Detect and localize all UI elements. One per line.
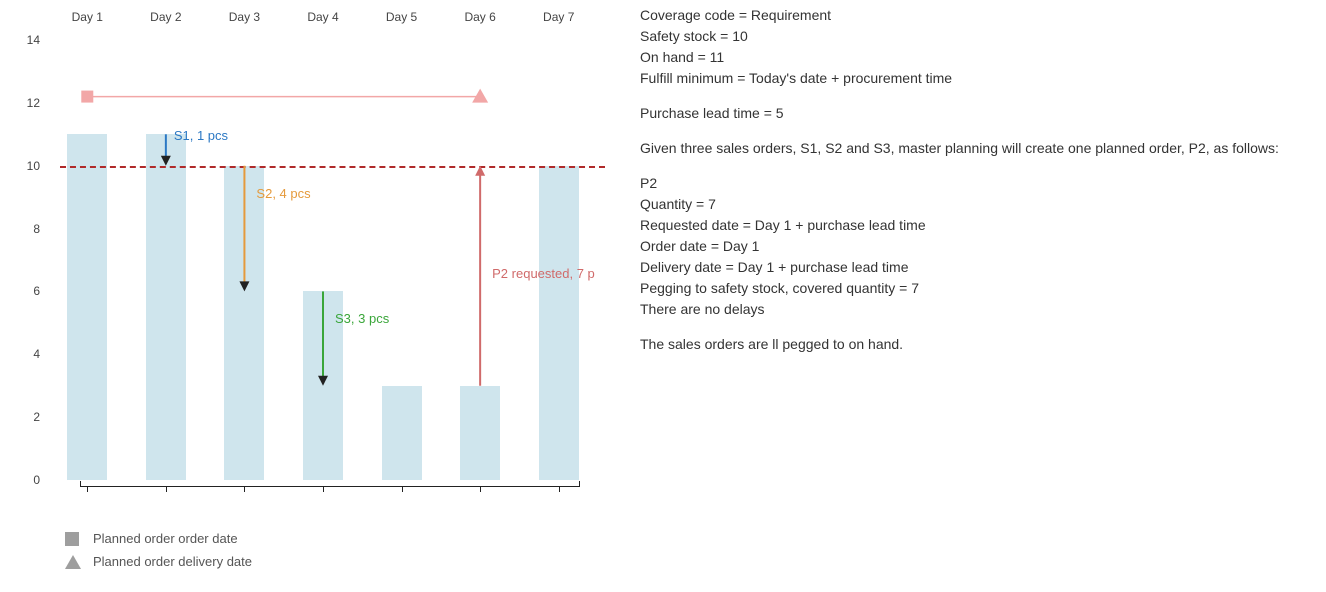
info-line: There are no delays <box>640 299 1279 320</box>
info-line: Given three sales orders, S1, S2 and S3,… <box>640 138 1279 159</box>
legend-order-date: Planned order order date <box>65 531 252 546</box>
arrow-label-p2: P2 requested, 7 p <box>492 266 595 281</box>
info-line: Purchase lead time = 5 <box>640 103 1279 124</box>
arrow-label-s3: S3, 3 pcs <box>335 311 389 326</box>
info-line: On hand = 11 <box>640 47 1279 68</box>
info-line: Fulfill minimum = Today's date + procure… <box>640 68 1279 89</box>
info-line: Order date = Day 1 <box>640 236 1279 257</box>
chart-plot: Day 1Day 2Day 3Day 4Day 5Day 6Day 702468… <box>20 10 620 490</box>
info-line: Coverage code = Requirement <box>640 5 1279 26</box>
info-panel: Coverage code = Requirement Safety stock… <box>635 0 1279 592</box>
info-line: Quantity = 7 <box>640 194 1279 215</box>
info-line: The sales orders are ll pegged to on han… <box>640 334 1279 355</box>
planned-delivery-date-marker <box>472 89 488 103</box>
arrow-label-s1: S1, 1 pcs <box>174 128 228 143</box>
legend-label: Planned order order date <box>93 531 238 546</box>
arrow-label-s2: S2, 4 pcs <box>256 186 310 201</box>
chart-legend: Planned order order date Planned order d… <box>65 531 252 577</box>
planned-order-date-marker <box>81 91 93 103</box>
main-container: Day 1Day 2Day 3Day 4Day 5Day 6Day 702468… <box>0 0 1326 592</box>
square-icon <box>65 532 79 546</box>
info-line: Safety stock = 10 <box>640 26 1279 47</box>
legend-delivery-date: Planned order delivery date <box>65 554 252 569</box>
info-line: P2 <box>640 173 1279 194</box>
triangle-icon <box>65 555 81 569</box>
info-line: Requested date = Day 1 + purchase lead t… <box>640 215 1279 236</box>
legend-label: Planned order delivery date <box>93 554 252 569</box>
chart-overlay <box>20 10 620 490</box>
chart-area: Day 1Day 2Day 3Day 4Day 5Day 6Day 702468… <box>0 0 635 592</box>
info-line: Delivery date = Day 1 + purchase lead ti… <box>640 257 1279 278</box>
info-line: Pegging to safety stock, covered quantit… <box>640 278 1279 299</box>
